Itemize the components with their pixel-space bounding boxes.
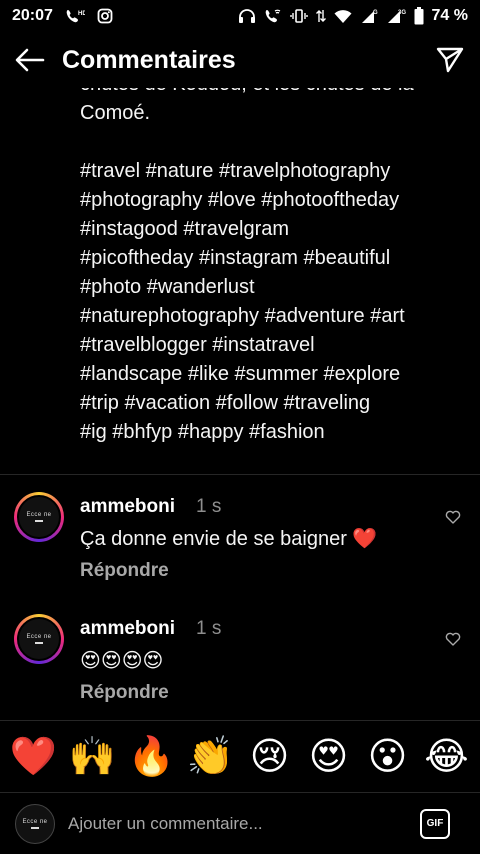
reply-button[interactable]: Répondre [80, 682, 169, 704]
data-arrows-icon [315, 8, 326, 24]
emoji-heart[interactable]: ❤️ [6, 738, 62, 776]
gif-button[interactable]: GIF [420, 808, 450, 839]
status-bar: 20:07 HD G 3G 74 % [0, 0, 480, 32]
avatar[interactable]: Ессе пе [14, 492, 64, 542]
avatar-mark: Ессе пе [26, 634, 52, 640]
emoji-fire[interactable]: 🔥 [124, 738, 180, 776]
call-hd-icon: HD [65, 8, 85, 24]
wifi-call-icon [264, 8, 282, 24]
share-button[interactable] [420, 32, 480, 88]
avatar: Ессе пе [15, 803, 55, 844]
svg-text:HD: HD [78, 11, 85, 17]
heart-icon[interactable] [442, 628, 464, 650]
emoji-clap[interactable]: 👏 [183, 738, 239, 776]
comment-time: 1 s [196, 618, 222, 639]
caption-divider [0, 474, 480, 475]
instagram-icon [97, 8, 113, 24]
signal-3g-icon: 3G [386, 8, 406, 24]
heart-icon[interactable] [442, 506, 464, 528]
comment-username[interactable]: ammeboni [80, 618, 175, 640]
comment-time: 1 s [196, 496, 222, 517]
post-caption: chutes de Koudou, et les chutes de la Co… [80, 88, 414, 443]
signal-4g-icon: G [360, 8, 378, 24]
comments-scroll[interactable]: chutes de Koudou, et les chutes de la Co… [0, 88, 480, 720]
comment-text: 😍😍😍😍 [80, 650, 164, 672]
avatar[interactable]: Ессе пе [14, 614, 64, 664]
comment-username[interactable]: ammeboni [80, 496, 175, 518]
arrow-left-icon [15, 48, 45, 72]
page-title: Commentaires [62, 45, 236, 74]
emoji-heart-eyes[interactable]: 😍 [301, 738, 357, 776]
comment-input[interactable] [68, 813, 420, 834]
back-button[interactable] [0, 32, 60, 88]
signal-sim2-label: 3G [398, 10, 406, 16]
signal-sim1-label: G [373, 10, 378, 16]
comment-text: Ça donne envie de se baigner ❤️ [80, 528, 378, 550]
status-time: 20:07 [12, 7, 53, 24]
status-left: 20:07 HD [12, 7, 113, 25]
battery-percent: 74 % [431, 7, 468, 24]
emoji-laughing[interactable]: 😂 [419, 738, 475, 776]
emoji-raising-hands[interactable]: 🙌 [65, 738, 121, 776]
avatar-mark: Ессе пе [22, 818, 48, 825]
header: Commentaires [0, 32, 480, 88]
avatar-mark: Ессе пе [26, 512, 52, 518]
vibrate-icon [289, 8, 308, 24]
emoji-crying[interactable]: 😢 [242, 738, 298, 776]
emoji-bar: ❤️ 🙌 🔥 👏 😢 😍 😮 😂 [0, 720, 480, 792]
status-right: G 3G 74 % [238, 7, 468, 25]
battery-icon [414, 7, 424, 25]
comment-input-bar: Ессе пе GIF [0, 792, 480, 854]
reply-button[interactable]: Répondre [80, 560, 169, 582]
wifi-icon [334, 8, 352, 24]
emoji-surprised[interactable]: 😮 [360, 738, 416, 776]
headphones-icon [238, 8, 256, 24]
send-icon [436, 47, 464, 73]
